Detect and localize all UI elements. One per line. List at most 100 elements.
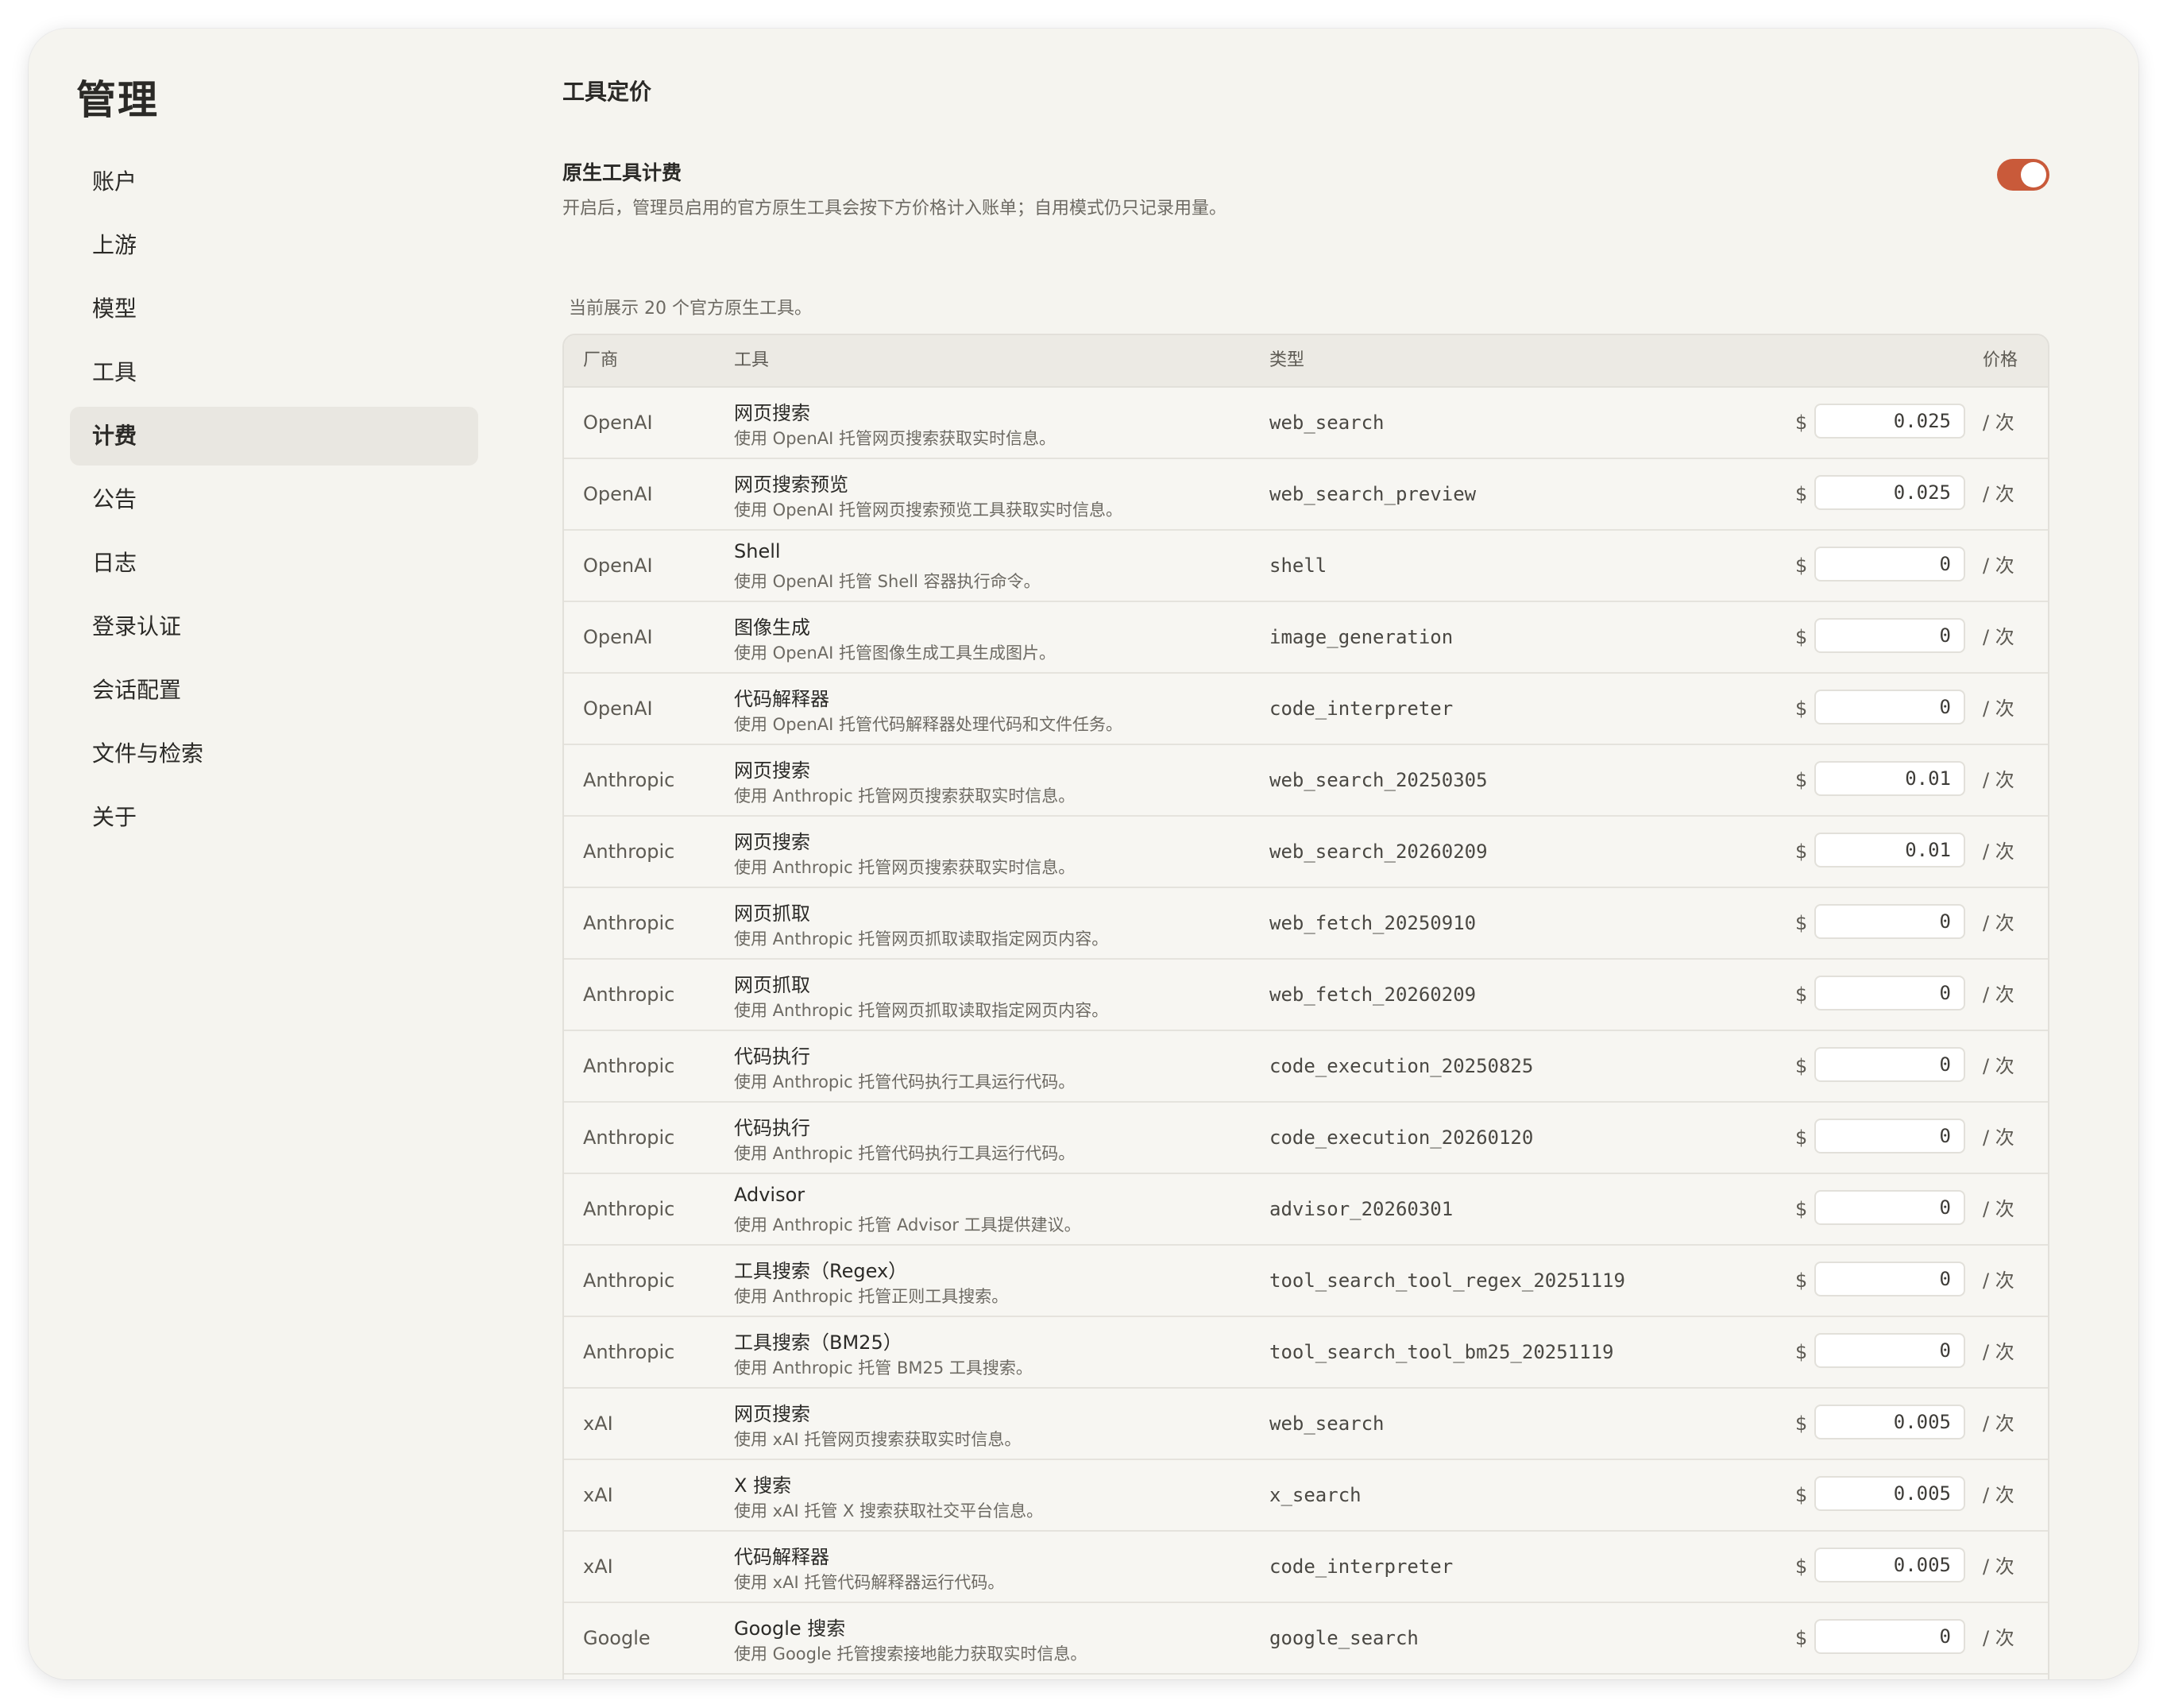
tool-type: code_interpreter xyxy=(1269,1555,1454,1578)
table-header: 厂商 工具 类型 价格 xyxy=(564,335,2048,388)
vendor-cell: OpenAI xyxy=(583,412,653,434)
page-title: 工具定价 xyxy=(562,79,652,105)
tool-type: advisor_20260301 xyxy=(1269,1198,1454,1220)
price-unit: / 次 xyxy=(1983,555,2014,577)
price-unit: / 次 xyxy=(1983,1126,2014,1149)
price-unit: / 次 xyxy=(1983,1341,2014,1363)
price-input[interactable]: 0 xyxy=(1814,690,1965,725)
price-input[interactable]: 0 xyxy=(1814,547,1965,582)
tool-name: 网页搜索 xyxy=(734,1403,810,1425)
billing-toggle-switch[interactable] xyxy=(1997,159,2049,191)
tool-name: 图像生成 xyxy=(734,616,810,639)
tool-type: web_fetch_20260209 xyxy=(1269,983,1477,1006)
header-tool: 工具 xyxy=(734,350,770,370)
sidebar-item[interactable]: 上游 xyxy=(70,216,478,275)
currency-symbol: $ xyxy=(1795,1055,1808,1077)
currency-symbol: $ xyxy=(1795,697,1808,720)
sidebar-item[interactable]: 关于 xyxy=(70,788,478,847)
table-row: Anthropic Advisor 使用 Anthropic 托管 Advisor … xyxy=(564,1174,2048,1246)
tool-description: 使用 Anthropic 托管网页搜索获取实时信息。 xyxy=(734,858,1076,877)
price-unit: / 次 xyxy=(1983,769,2014,791)
table-row: Anthropic 网页抓取 使用 Anthropic 托管网页抓取读取指定网页内容… xyxy=(564,888,2048,960)
tool-name: 工具搜索（Regex） xyxy=(734,1260,908,1282)
table-row: Anthropic 代码执行 使用 Anthropic 托管代码执行工具运行代码。 c… xyxy=(564,1031,2048,1103)
vendor-cell: Anthropic xyxy=(583,912,675,934)
price-input[interactable]: 0 xyxy=(1814,1262,1965,1296)
price-input[interactable]: 0.01 xyxy=(1814,833,1965,868)
table-row: Anthropic 网页搜索 使用 Anthropic 托管网页搜索获取实时信息。 w… xyxy=(564,817,2048,888)
tool-description: 使用 xAI 托管代码解释器运行代码。 xyxy=(734,1573,1005,1592)
tool-description: 使用 OpenAI 托管网页搜索预览工具获取实时信息。 xyxy=(734,500,1122,520)
tool-name: 网页搜索 xyxy=(734,759,810,782)
vendor-cell: Anthropic xyxy=(583,1269,675,1292)
price-input[interactable]: 0 xyxy=(1814,618,1965,653)
price-input[interactable]: 0 xyxy=(1814,1333,1965,1368)
price-input[interactable]: 0.01 xyxy=(1814,761,1965,796)
tool-type: web_search_20250305 xyxy=(1269,769,1488,791)
price-unit: / 次 xyxy=(1983,912,2014,934)
tool-name: 网页抓取 xyxy=(734,902,810,925)
price-unit: / 次 xyxy=(1983,1055,2014,1077)
vendor-cell: xAI xyxy=(583,1555,613,1578)
tool-name: 代码解释器 xyxy=(734,1546,829,1568)
sidebar-item[interactable]: 工具 xyxy=(70,343,478,402)
price-input[interactable]: 0.025 xyxy=(1814,404,1965,439)
sidebar-nav: 账户 上游 模型 工具 计费 公告 日志 登录认证 会话配置 文件与检索 关于 xyxy=(70,153,478,852)
sidebar-item[interactable]: 模型 xyxy=(70,280,478,338)
table-row: OpenAI 图像生成 使用 OpenAI 托管图像生成工具生成图片。 image_g… xyxy=(564,602,2048,674)
currency-symbol: $ xyxy=(1795,912,1808,934)
tool-description: 使用 Google 托管搜索接地能力获取实时信息。 xyxy=(734,1644,1087,1664)
tool-description: 使用 Anthropic 托管网页搜索获取实时信息。 xyxy=(734,786,1076,806)
sidebar-title: 管理 xyxy=(76,77,159,123)
tool-description: 使用 xAI 托管 X 搜索获取社交平台信息。 xyxy=(734,1501,1044,1521)
billing-toggle-label: 原生工具计费 xyxy=(562,161,682,184)
vendor-cell: Anthropic xyxy=(583,1198,675,1220)
sidebar-item[interactable]: 账户 xyxy=(70,153,478,211)
table-row: Anthropic 网页抓取 使用 Anthropic 托管网页抓取读取指定网页内容… xyxy=(564,960,2048,1031)
price-unit: / 次 xyxy=(1983,983,2014,1006)
vendor-cell: Anthropic xyxy=(583,983,675,1006)
sidebar-item[interactable]: 文件与检索 xyxy=(70,725,478,783)
tool-description: 使用 OpenAI 托管网页搜索获取实时信息。 xyxy=(734,429,1056,448)
sidebar-item[interactable]: 公告 xyxy=(70,470,478,529)
vendor-cell: Anthropic xyxy=(583,1126,675,1149)
sidebar-item[interactable]: 日志 xyxy=(70,534,478,593)
vendor-cell: Anthropic xyxy=(583,769,675,791)
price-input[interactable]: 0 xyxy=(1814,1047,1965,1082)
tool-type: tool_search_tool_bm25_20251119 xyxy=(1269,1341,1614,1363)
price-input[interactable]: 0 xyxy=(1814,976,1965,1011)
sidebar-item[interactable]: 计费 xyxy=(70,407,478,466)
sidebar-item[interactable]: 登录认证 xyxy=(70,597,478,656)
price-input[interactable]: 0.005 xyxy=(1814,1548,1965,1582)
vendor-cell: xAI xyxy=(583,1412,613,1435)
currency-symbol: $ xyxy=(1795,1126,1808,1149)
price-input[interactable]: 0 xyxy=(1814,904,1965,939)
main-content: 工具定价 原生工具计费 开启后，管理员启用的官方原生工具会按下方价格计入账单；自… xyxy=(534,29,2138,1679)
price-unit: / 次 xyxy=(1983,412,2014,434)
currency-symbol: $ xyxy=(1795,1269,1808,1292)
table-row: Anthropic 工具搜索（BM25） 使用 Anthropic 托管 BM25 … xyxy=(564,1317,2048,1389)
table-row: Google Google 搜索 使用 Google 托管搜索接地能力获取实时信息。… xyxy=(564,1603,2048,1675)
vendor-cell: xAI xyxy=(583,1484,613,1506)
price-input[interactable]: 0 xyxy=(1814,1190,1965,1225)
vendor-cell: Anthropic xyxy=(583,840,675,863)
price-input[interactable]: 0 xyxy=(1814,1119,1965,1153)
admin-window: 管理 账户 上游 模型 工具 计费 公告 日志 登录认证 会话配置 文件与检索 关于 工具定价 原生… xyxy=(29,29,2138,1679)
table-row: OpenAI 网页搜索预览 使用 OpenAI 托管网页搜索预览工具获取实时信息。 w… xyxy=(564,459,2048,531)
tool-type: image_generation xyxy=(1269,626,1454,648)
currency-symbol: $ xyxy=(1795,1484,1808,1506)
currency-symbol: $ xyxy=(1795,1555,1808,1578)
sidebar-item[interactable]: 会话配置 xyxy=(70,661,478,720)
tool-name: Shell xyxy=(734,540,781,562)
tool-name: 网页搜索 xyxy=(734,402,810,424)
tool-type: code_interpreter xyxy=(1269,697,1454,720)
price-input[interactable]: 0 xyxy=(1814,1619,1965,1654)
price-input[interactable]: 0.025 xyxy=(1814,475,1965,510)
table-row: Anthropic 网页搜索使用 Anthropic 托管网页搜索获取实时信息。 w… xyxy=(564,745,2048,817)
price-unit: / 次 xyxy=(1983,1412,2014,1435)
price-input[interactable]: 0.005 xyxy=(1814,1405,1965,1439)
tool-description: 使用 Anthropic 托管代码执行工具运行代码。 xyxy=(734,1144,1076,1163)
price-input[interactable]: 0.005 xyxy=(1814,1476,1965,1511)
price-unit: / 次 xyxy=(1983,840,2014,863)
tool-type: code_execution_20250825 xyxy=(1269,1055,1534,1077)
